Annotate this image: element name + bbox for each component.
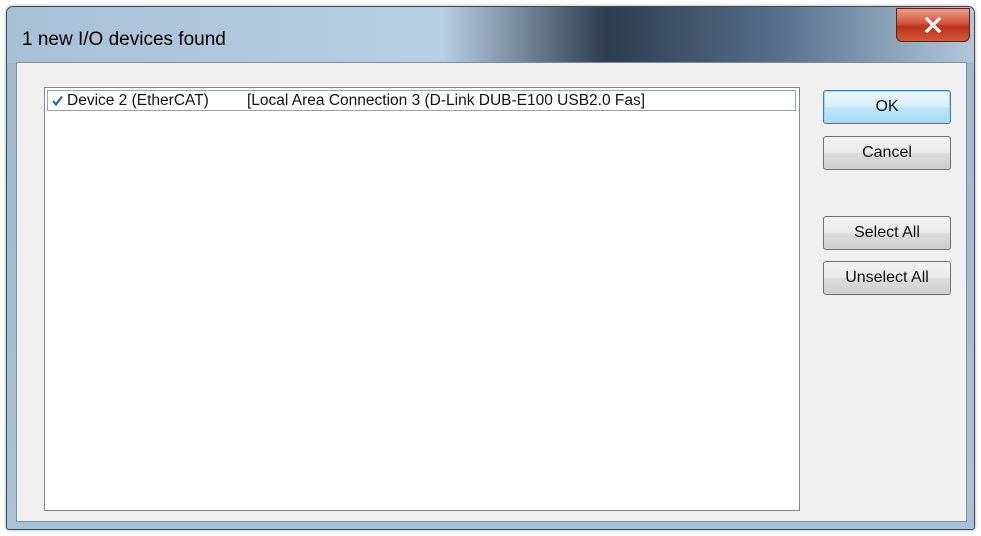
checkmark-icon[interactable] — [51, 94, 64, 107]
cancel-button[interactable]: Cancel — [823, 136, 951, 170]
title-bar[interactable]: 1 new I/O devices found — [7, 7, 974, 63]
unselect-all-button[interactable]: Unselect All — [823, 261, 951, 295]
ok-button[interactable]: OK — [823, 90, 951, 124]
device-list-item[interactable]: Device 2 (EtherCAT) [Local Area Connecti… — [47, 90, 796, 111]
device-name: Device 2 (EtherCAT) — [67, 91, 209, 109]
select-all-button[interactable]: Select All — [823, 216, 951, 250]
close-icon — [924, 17, 942, 33]
close-button[interactable] — [896, 8, 970, 42]
device-list[interactable]: Device 2 (EtherCAT) [Local Area Connecti… — [44, 87, 800, 511]
device-connection: [Local Area Connection 3 (D-Link DUB-E10… — [247, 91, 646, 109]
dialog-title: 1 new I/O devices found — [22, 29, 226, 50]
dialog-window: 1 new I/O devices found Device 2 (EtherC… — [6, 6, 975, 530]
dialog-client-area: Device 2 (EtherCAT) [Local Area Connecti… — [16, 62, 967, 522]
